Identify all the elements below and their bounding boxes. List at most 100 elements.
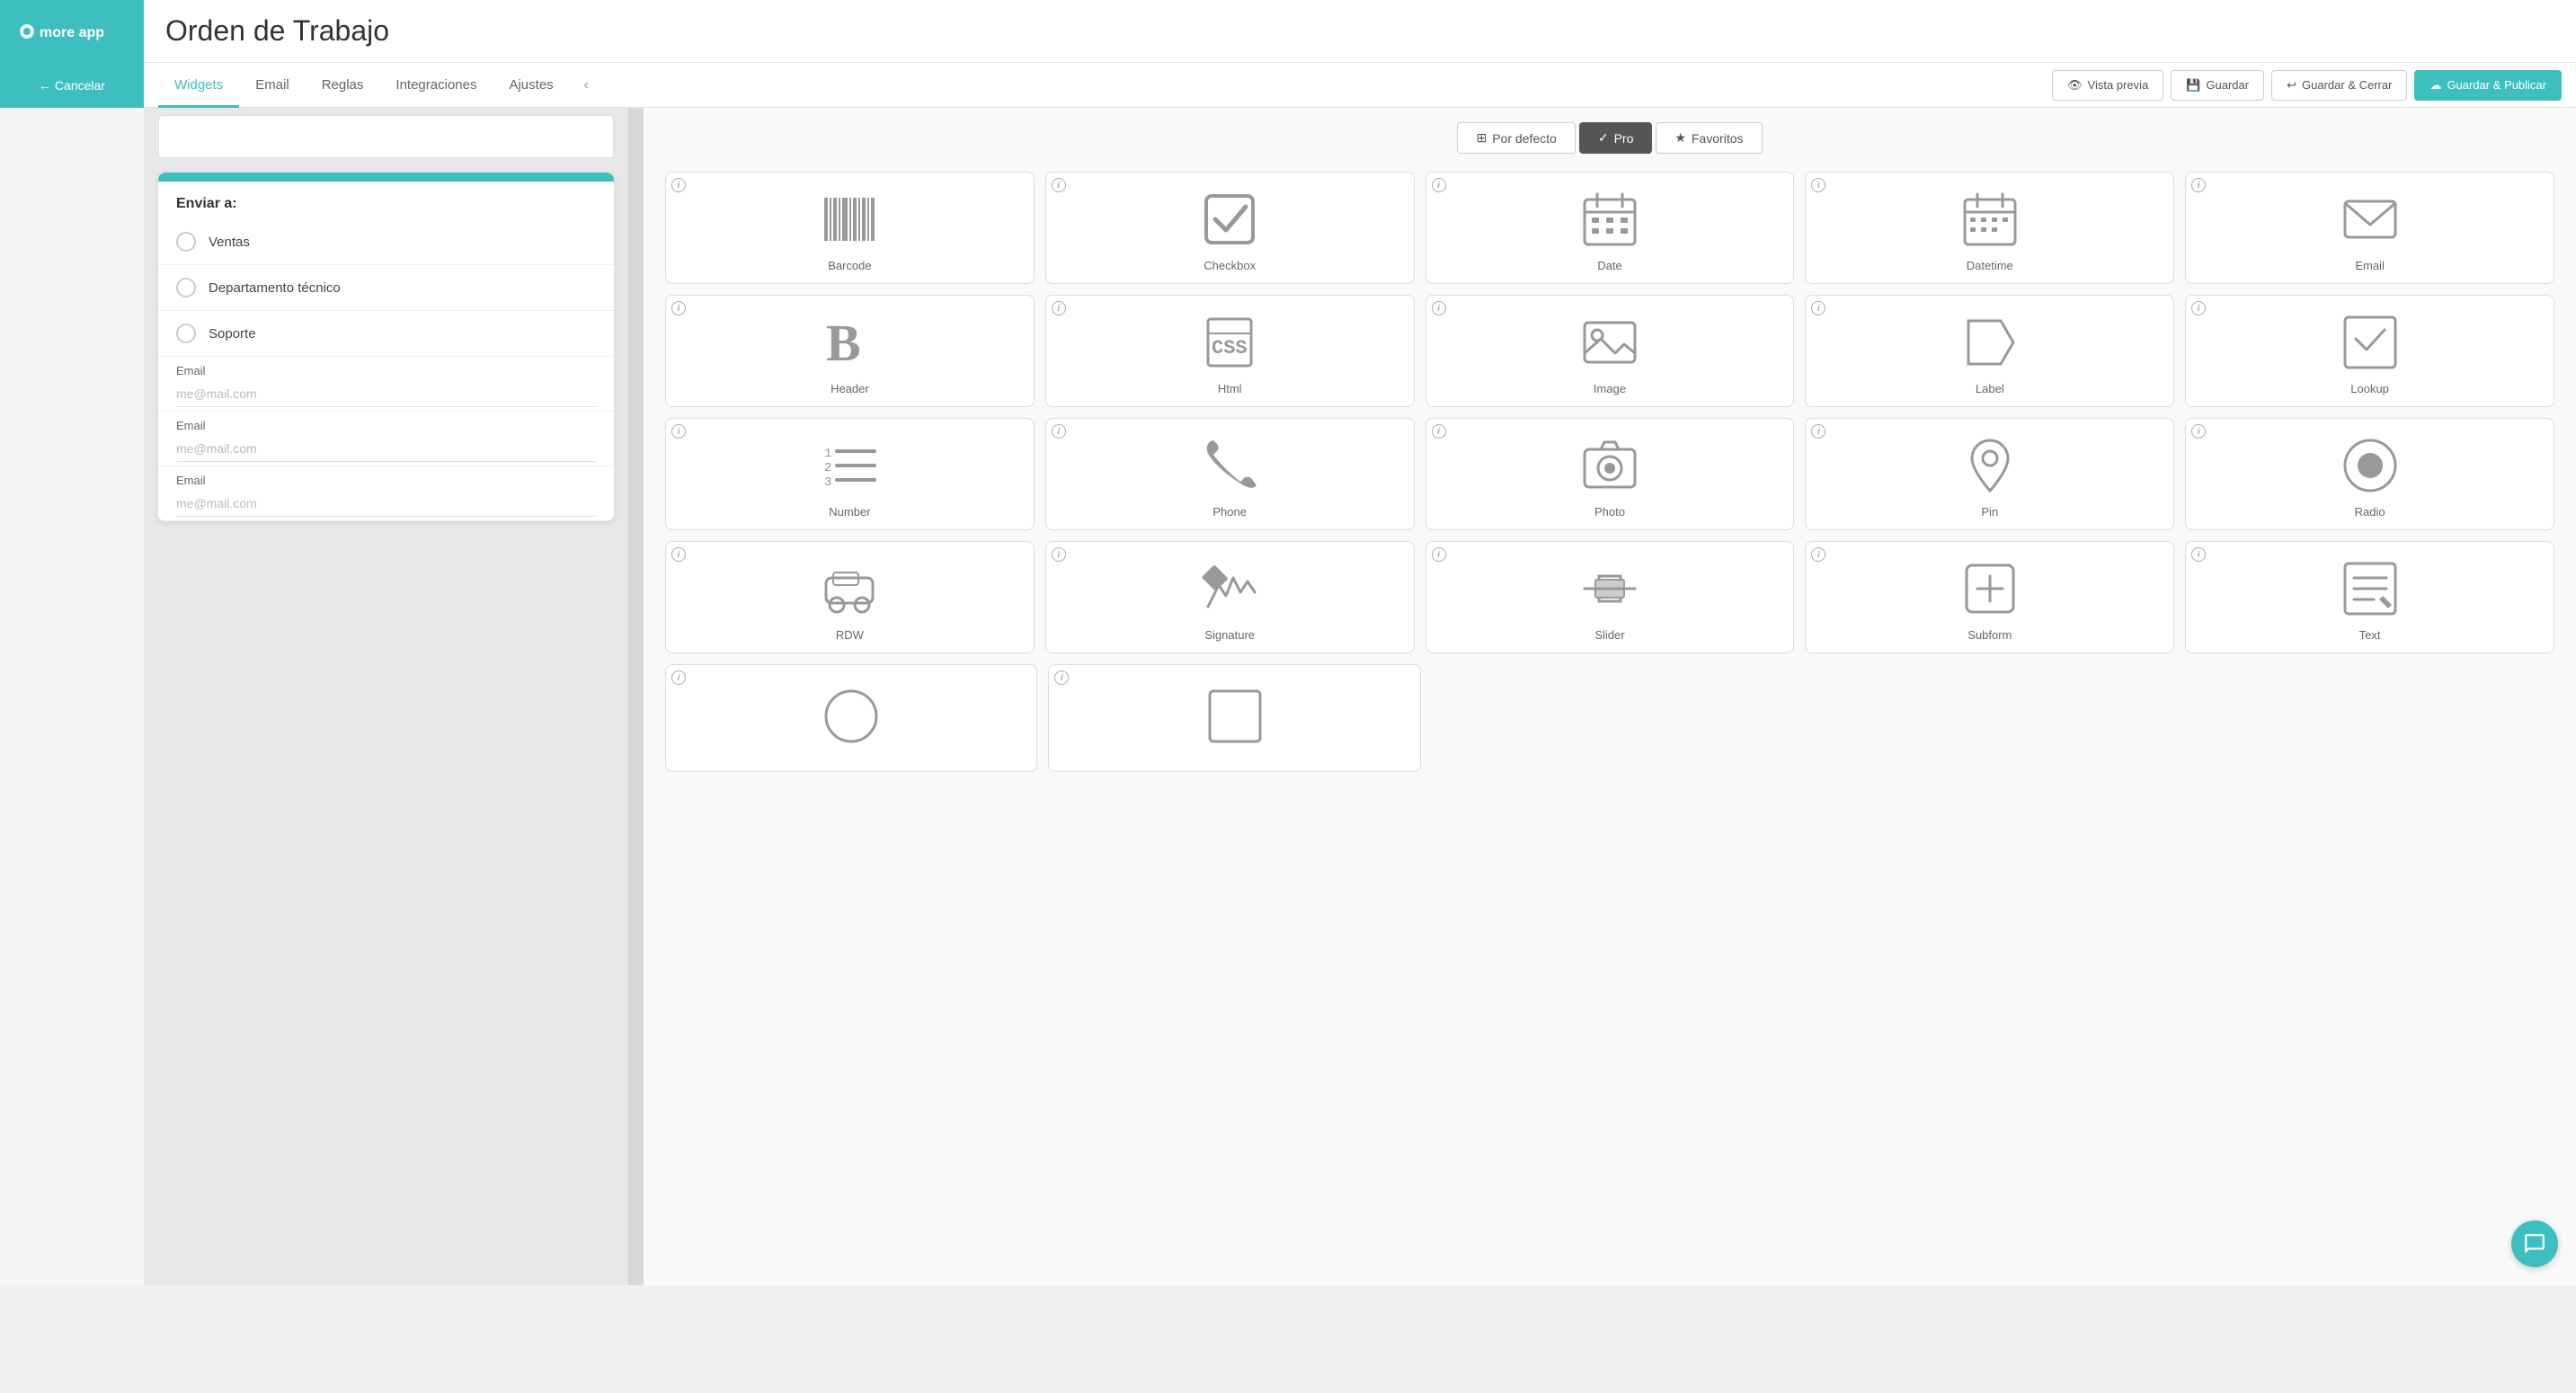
label-label: Label [1976, 382, 2004, 395]
divider [629, 108, 644, 1285]
info-icon-date: i [1432, 178, 1446, 192]
info-icon-barcode: i [671, 178, 686, 192]
extra2-icon [1203, 684, 1267, 749]
text-label: Text [2359, 628, 2381, 642]
widget-grid: i Barcode i Checkbox i Date [665, 172, 2554, 653]
info-icon-rdw: i [671, 547, 686, 562]
text-icon [2338, 556, 2403, 621]
info-icon-extra2: i [1054, 670, 1069, 685]
tab-pro[interactable]: ✓ Pro [1579, 122, 1653, 154]
widget-email[interactable]: i Email [2185, 172, 2554, 284]
info-icon-lookup: i [2191, 301, 2206, 315]
save-publish-button[interactable]: ☁ Guardar & Publicar [2414, 70, 2562, 101]
widget-checkbox[interactable]: i Checkbox [1045, 172, 1415, 284]
preview-button[interactable]: 👁 Vista previa [2052, 70, 2163, 101]
widget-pin[interactable]: i Pin [1805, 418, 2174, 530]
radio-item-soporte: Soporte [158, 311, 614, 357]
lookup-label: Lookup [2350, 382, 2389, 395]
svg-text:2: 2 [824, 461, 831, 475]
datetime-icon [1958, 187, 2022, 252]
signature-label: Signature [1204, 628, 1255, 642]
tab-integraciones[interactable]: Integraciones [379, 63, 493, 108]
save-icon: 💾 [2186, 78, 2200, 93]
widget-header[interactable]: i B Header [665, 295, 1035, 407]
widget-html[interactable]: i CSS Html [1045, 295, 1415, 407]
info-icon-signature: i [1052, 547, 1066, 562]
header-label: Header [831, 382, 869, 395]
tab-widgets[interactable]: Widgets [158, 63, 239, 108]
tab-reglas[interactable]: Reglas [306, 63, 380, 108]
tab-por-defecto[interactable]: ⊞ Por defecto [1457, 122, 1575, 154]
widget-extra-2[interactable]: i [1048, 664, 1420, 772]
label-icon [1958, 310, 2022, 375]
page-title: Orden de Trabajo [144, 14, 2576, 48]
widget-subform[interactable]: i Subform [1805, 541, 2174, 653]
save-close-icon: ↩ [2287, 78, 2296, 93]
widget-signature[interactable]: i Signature [1045, 541, 1415, 653]
info-icon-header: i [671, 301, 686, 315]
top-bar: more app Orden de Trabajo [0, 0, 2576, 63]
signature-icon [1197, 556, 1262, 621]
form-section-label: Enviar a: [158, 182, 614, 219]
widget-extra-1[interactable]: i [665, 664, 1037, 772]
widget-tabs: ⊞ Por defecto ✓ Pro ★ Favoritos [665, 122, 2554, 154]
email-icon [2338, 187, 2403, 252]
logo-svg: more app [18, 15, 126, 48]
chat-button[interactable] [2511, 1220, 2558, 1267]
left-panel-content [0, 108, 144, 1285]
radio-circle-ventas[interactable] [176, 232, 196, 252]
widget-rdw[interactable]: i RDW [665, 541, 1035, 653]
tab-favoritos[interactable]: ★ Favoritos [1656, 122, 1762, 154]
widget-label[interactable]: i Label [1805, 295, 2174, 407]
save-button[interactable]: 💾 Guardar [2171, 70, 2264, 101]
info-icon-html: i [1052, 301, 1066, 315]
widget-phone[interactable]: i Phone [1045, 418, 1415, 530]
email-field-1: Email me@mail.com [158, 357, 614, 412]
widget-datetime[interactable]: i Datetime [1805, 172, 2174, 284]
info-icon-phone: i [1052, 424, 1066, 439]
nav-actions: 👁 Vista previa 💾 Guardar ↩ Guardar & Cer… [2052, 70, 2562, 101]
widget-photo[interactable]: i Photo [1426, 418, 1795, 530]
info-icon-checkbox: i [1052, 178, 1066, 192]
logo: more app [0, 0, 144, 63]
radio-label: Radio [2355, 505, 2385, 519]
radio-circle-tecnico[interactable] [176, 278, 196, 297]
barcode-icon [817, 187, 882, 252]
email-label: Email [2355, 259, 2385, 272]
widget-date[interactable]: i Date [1426, 172, 1795, 284]
tab-ajustes[interactable]: Ajustes [493, 63, 569, 108]
svg-text:3: 3 [824, 475, 831, 490]
form-top-input [158, 115, 614, 158]
radio-circle-soporte[interactable] [176, 324, 196, 343]
widget-number[interactable]: i 1 2 3 Number [665, 418, 1035, 530]
info-icon-email: i [2191, 178, 2206, 192]
extra1-icon [819, 684, 884, 749]
widget-radio[interactable]: i Radio [2185, 418, 2554, 530]
rdw-icon [817, 556, 882, 621]
date-icon [1577, 187, 1642, 252]
svg-text:CSS: CSS [1212, 337, 1248, 359]
grid-icon: ⊞ [1476, 130, 1487, 146]
form-preview: Enviar a: Ventas Departamento técnico So… [144, 108, 629, 1285]
save-close-button[interactable]: ↩ Guardar & Cerrar [2271, 70, 2407, 101]
widget-slider[interactable]: i Slider [1426, 541, 1795, 653]
header-icon: B [817, 310, 882, 375]
widget-panel: ⊞ Por defecto ✓ Pro ★ Favoritos i Barcod… [644, 108, 2576, 1285]
widget-text[interactable]: i Text [2185, 541, 2554, 653]
widget-lookup[interactable]: i Lookup [2185, 295, 2554, 407]
svg-text:more app: more app [40, 25, 104, 40]
pin-icon [1958, 433, 2022, 498]
checkbox-label: Checkbox [1204, 259, 1256, 272]
widget-row-partial: i i [665, 664, 2554, 772]
subform-icon [1958, 556, 2022, 621]
widget-barcode[interactable]: i Barcode [665, 172, 1035, 284]
widget-image[interactable]: i Image [1426, 295, 1795, 407]
cancel-button[interactable]: ← Cancelar [0, 63, 144, 108]
tab-email[interactable]: Email [239, 63, 306, 108]
collapse-nav-button[interactable]: ‹ [577, 74, 596, 97]
pin-label: Pin [1981, 505, 1998, 519]
phone-icon [1197, 433, 1262, 498]
left-panel [0, 108, 144, 1285]
checkbox-icon [1197, 187, 1262, 252]
info-icon-extra1: i [671, 670, 686, 685]
